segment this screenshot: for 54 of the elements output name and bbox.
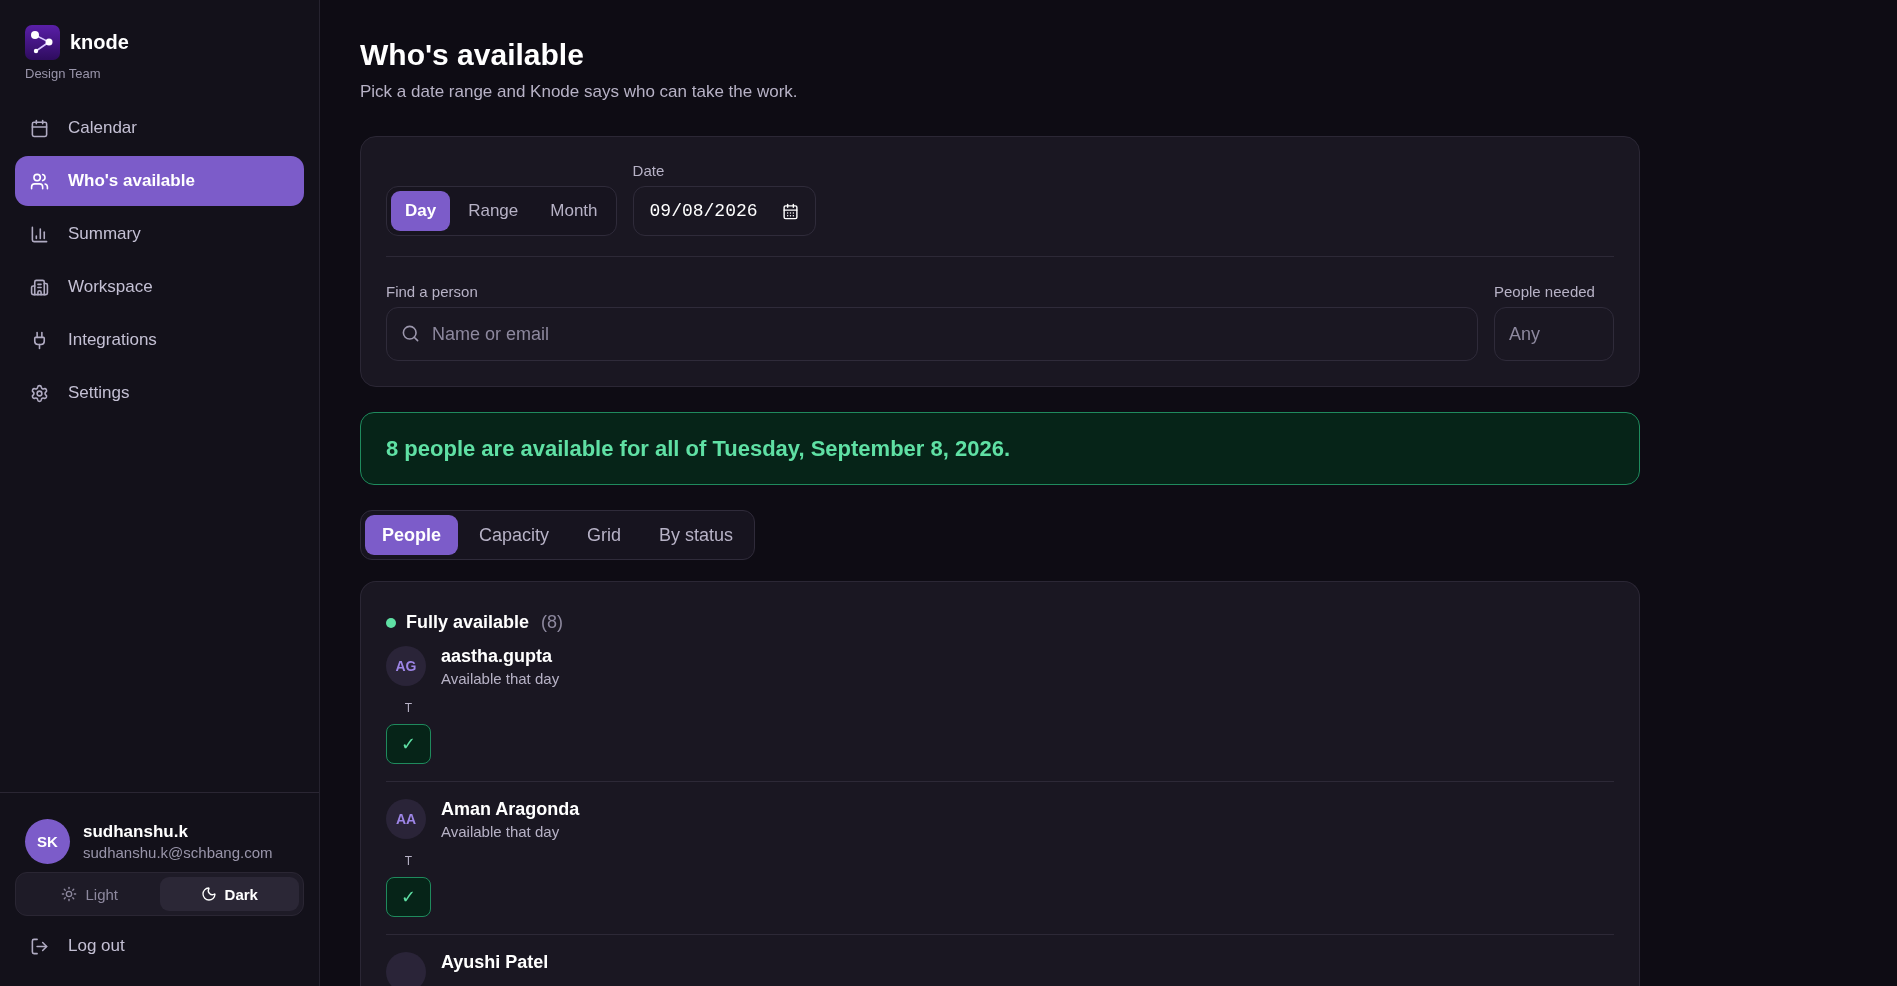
- date-field[interactable]: 09/08/2026: [632, 186, 816, 236]
- mode-tab[interactable]: Range: [454, 191, 533, 231]
- person-name: Ayushi Patel: [441, 952, 549, 973]
- person-avatar: AA: [386, 799, 426, 839]
- mode-tab[interactable]: Month: [536, 191, 612, 231]
- field-label: Date: [632, 162, 666, 179]
- group-title: Fully available: [406, 612, 530, 633]
- person-name: Aman Aragonda: [441, 799, 580, 820]
- availability-banner: 8 people are available for all of Tuesday, September 8, 2026.: [360, 412, 1640, 485]
- view-tab[interactable]: Grid: [570, 515, 639, 555]
- theme-button[interactable]: Light: [20, 877, 160, 911]
- user-avatar: SK: [25, 819, 70, 864]
- nav-item[interactable]: Who's available: [15, 156, 304, 206]
- logo-icon: [25, 25, 60, 60]
- team-name: Design Team: [25, 66, 102, 81]
- nav-item[interactable]: Integrations: [15, 315, 304, 365]
- day-label: T: [404, 701, 413, 715]
- day-status: ✓: [386, 724, 431, 764]
- theme-button[interactable]: Dark: [159, 877, 299, 911]
- field-label: Find a person: [386, 283, 479, 300]
- view-tab[interactable]: People: [365, 515, 459, 555]
- mode-tab[interactable]: Day: [391, 191, 451, 231]
- user-email: sudhanshu.k@schbang.com: [83, 844, 273, 861]
- people-needed-field[interactable]: Any: [1494, 307, 1614, 361]
- logout-icon: [30, 936, 49, 956]
- field-label: People needed: [1494, 283, 1596, 300]
- nav-item[interactable]: Calendar: [15, 103, 304, 153]
- view-tab[interactable]: Capacity: [462, 515, 567, 555]
- page-subtitle: Pick a date range and Knode says who can take the work.: [360, 82, 799, 102]
- moon-icon: [200, 886, 217, 902]
- bar-chart-icon: [30, 224, 49, 244]
- group-count: (8): [541, 612, 564, 633]
- person-avatar: AG: [386, 646, 426, 686]
- calendar-icon: [30, 118, 49, 138]
- calendar-icon: [781, 202, 799, 220]
- page-title: Who's available: [360, 38, 585, 72]
- nav-item[interactable]: Workspace: [15, 262, 304, 312]
- person-note: Available that day: [441, 823, 561, 840]
- building-icon: [30, 277, 49, 297]
- logout-link[interactable]: Log out: [15, 924, 304, 968]
- nav-item[interactable]: Settings: [15, 368, 304, 418]
- sun-icon: [61, 886, 78, 902]
- users-icon: [30, 171, 49, 191]
- day-label: T: [404, 854, 413, 868]
- view-tab[interactable]: By status: [642, 515, 751, 555]
- search-icon: [401, 324, 420, 343]
- person-name: aastha.gupta: [441, 646, 554, 667]
- day-status: ✓: [386, 877, 431, 917]
- user-name: sudhanshu.k: [83, 822, 189, 842]
- settings-icon: [30, 383, 49, 403]
- person-note: Available that day: [441, 670, 560, 687]
- nav-item[interactable]: Summary: [15, 209, 304, 259]
- brand-name: knode: [70, 31, 129, 54]
- search-field[interactable]: Name or email: [386, 307, 1478, 361]
